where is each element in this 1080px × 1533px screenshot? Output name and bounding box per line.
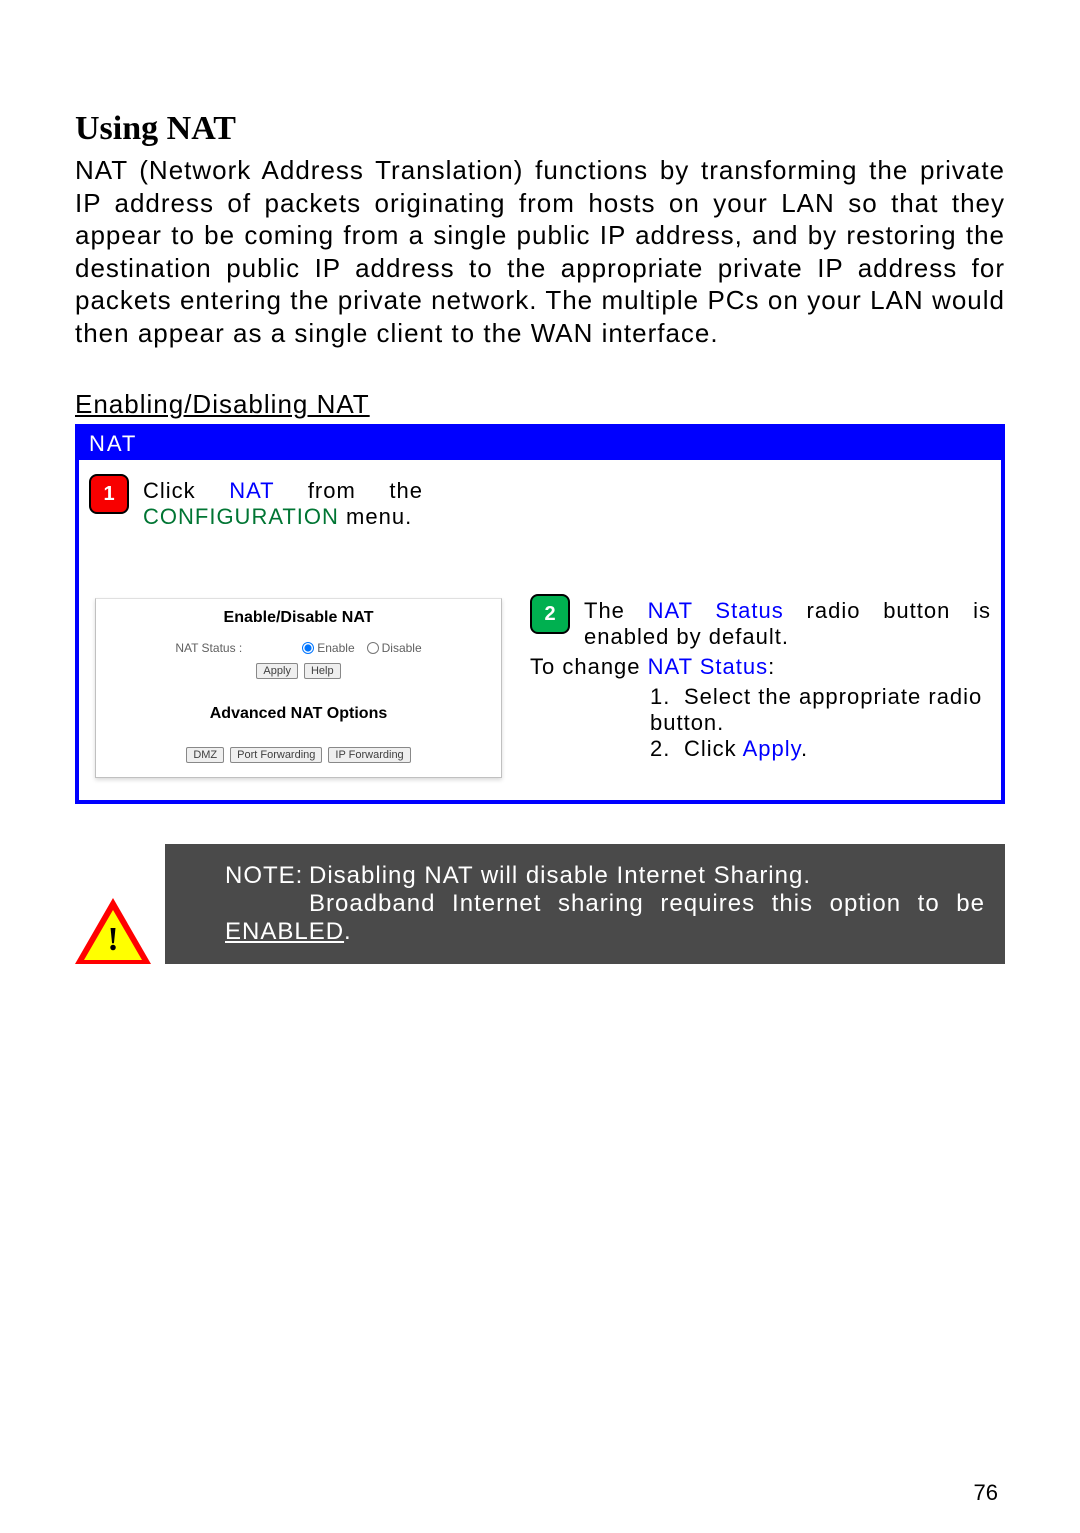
note-block: ! NOTE:Disabling NAT will disable Intern… xyxy=(75,844,1005,964)
item2-post: . xyxy=(801,736,808,761)
step1-pre: Click xyxy=(143,478,229,503)
item1-num: 1. xyxy=(650,684,684,710)
step1-post: menu. xyxy=(339,504,412,529)
list-item-2: 2.Click Apply. xyxy=(650,736,991,762)
tochange-pre: To change xyxy=(530,654,648,679)
step2-line1: The NAT Status radio button is enabled b… xyxy=(584,598,991,650)
step2-tochange: To change NAT Status: xyxy=(530,654,991,680)
sub-heading: Enabling/Disabling NAT xyxy=(75,389,1005,420)
ip-forwarding-button[interactable]: IP Forwarding xyxy=(328,747,410,763)
step1-text: Click NAT from the CONFIGURATION menu. xyxy=(143,478,423,530)
item2-num: 2. xyxy=(650,736,684,762)
page-heading: Using NAT xyxy=(75,110,1005,148)
port-forwarding-button[interactable]: Port Forwarding xyxy=(230,747,322,763)
nat-config-panel: Enable/Disable NAT NAT Status : Enable D… xyxy=(95,598,502,778)
warning-icon: ! xyxy=(75,864,165,964)
radio-disable[interactable]: Disable xyxy=(367,641,422,655)
step1-mid: from the xyxy=(274,478,423,503)
page-number: 76 xyxy=(974,1480,998,1506)
radio-disable-input[interactable] xyxy=(367,642,379,654)
tochange-post: : xyxy=(768,654,775,679)
note-line1: Disabling NAT will disable Internet Shar… xyxy=(309,862,811,889)
tochange-link: NAT Status xyxy=(648,654,768,679)
note-line2-pre: Broadband Internet sharing requires this… xyxy=(309,890,985,917)
panel-heading-advanced: Advanced NAT Options xyxy=(96,699,501,747)
figure-title: NAT xyxy=(79,428,1001,460)
nat-figure: NAT 1 Click NAT from the CONFIGURATION m… xyxy=(75,424,1005,804)
dmz-button[interactable]: DMZ xyxy=(186,747,224,763)
item2-pre: Click xyxy=(684,736,743,761)
note-box: NOTE:Disabling NAT will disable Internet… xyxy=(165,844,1005,964)
intro-paragraph: NAT (Network Address Translation) functi… xyxy=(75,154,1005,349)
note-label: NOTE: xyxy=(225,862,309,890)
step2-line1-link: NAT Status xyxy=(648,598,784,623)
step2-line1-pre: The xyxy=(584,598,648,623)
note-line2-em: ENABLED xyxy=(225,918,344,945)
note-line2-post: . xyxy=(344,918,352,945)
list-item-1: 1.Select the appropriate radio button. xyxy=(650,684,991,736)
nat-status-label: NAT Status : xyxy=(175,641,242,655)
apply-button[interactable]: Apply xyxy=(256,663,298,679)
step1-menu: CONFIGURATION xyxy=(143,504,339,529)
step1-link: NAT xyxy=(229,478,274,503)
item2-link: Apply xyxy=(743,736,801,761)
step-badge-1: 1 xyxy=(89,474,129,514)
radio-disable-label: Disable xyxy=(382,641,422,655)
step2-list: 1.Select the appropriate radio button. 2… xyxy=(530,684,991,762)
item1-text: Select the appropriate radio button. xyxy=(650,684,982,735)
radio-enable[interactable]: Enable xyxy=(302,641,354,655)
step-badge-2: 2 xyxy=(530,594,570,634)
help-button[interactable]: Help xyxy=(304,663,341,679)
radio-enable-label: Enable xyxy=(317,641,354,655)
panel-heading-enable: Enable/Disable NAT xyxy=(96,599,501,641)
radio-enable-input[interactable] xyxy=(302,642,314,654)
